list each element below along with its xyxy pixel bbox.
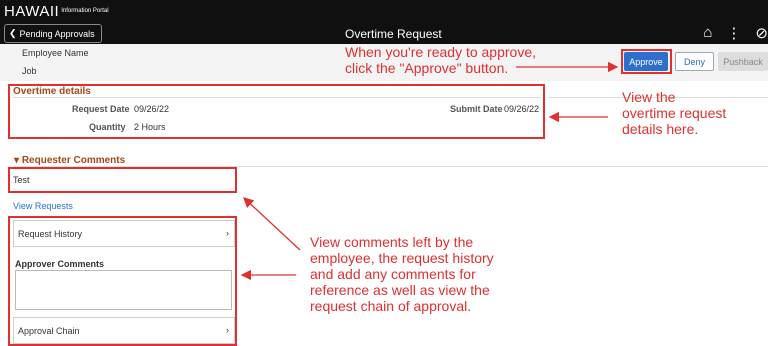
annotation-arrows <box>240 61 619 281</box>
arrow-to-comments <box>243 197 301 251</box>
